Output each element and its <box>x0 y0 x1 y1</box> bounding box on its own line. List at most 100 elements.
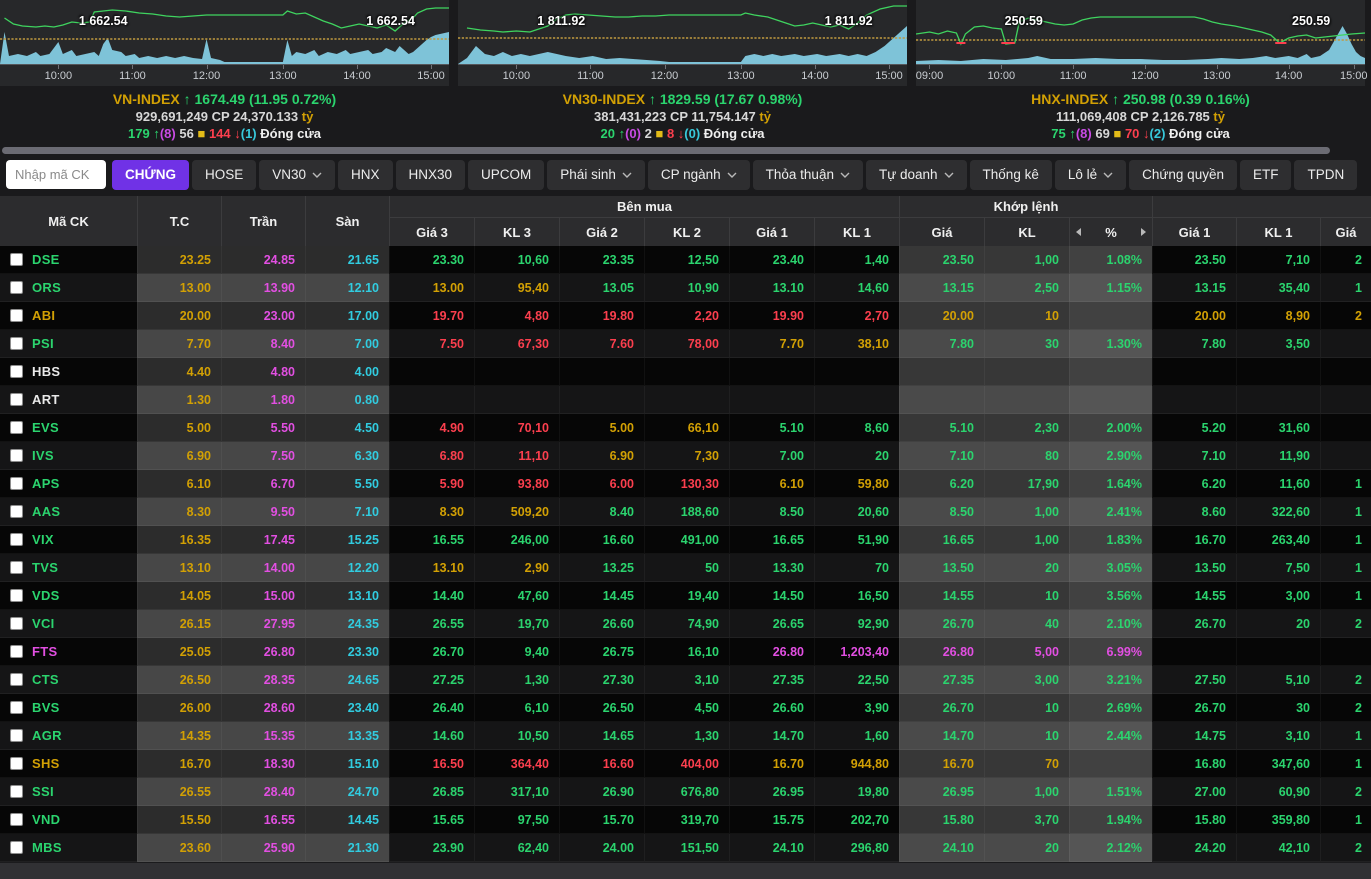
table-row-vix[interactable]: VIX16.3517.4515.2516.55246,0016.60491,00… <box>0 526 1371 554</box>
match-percent: 2.90% <box>1069 442 1152 470</box>
table-row-ivs[interactable]: IVS6.907.506.306.8011,106.907,307.00207.… <box>0 442 1371 470</box>
col-header-floor[interactable]: Sàn <box>305 196 389 246</box>
table-row-tvs[interactable]: TVS13.1014.0012.2013.102,9013.255013.307… <box>0 554 1371 582</box>
table-row-aas[interactable]: AAS8.309.507.108.30509,208.40188,608.502… <box>0 498 1371 526</box>
reference-price: 8.30 <box>137 498 221 526</box>
row-checkbox[interactable] <box>10 365 23 378</box>
col-header-match-price[interactable]: Giá <box>899 218 984 246</box>
tab-hnx30[interactable]: HNX30 <box>396 160 466 190</box>
table-row-ssi[interactable]: SSI26.5528.4024.7026.85317,1026.90676,80… <box>0 778 1371 806</box>
up-arrow-icon: ↑ <box>649 91 656 107</box>
table-row-vnd[interactable]: VND15.5016.5514.4515.6597,5015.70319,701… <box>0 806 1371 834</box>
tab-upcom[interactable]: UPCOM <box>468 160 544 190</box>
row-checkbox[interactable] <box>10 393 23 406</box>
floor-price: 4.00 <box>305 358 389 386</box>
ask-price2: 2 <box>1320 302 1371 330</box>
table-scrollbar-track[interactable] <box>0 862 1371 879</box>
tab-thống-kê[interactable]: Thống kê <box>970 160 1052 190</box>
col-header-reference[interactable]: T.C <box>137 196 221 246</box>
ask-vol1: 347,60 <box>1236 750 1320 778</box>
row-checkbox[interactable] <box>10 281 23 294</box>
tab-lô-lẻ[interactable]: Lô lẻ <box>1055 160 1126 190</box>
col-header-ask-price2[interactable]: Giá <box>1320 218 1371 246</box>
row-checkbox[interactable] <box>10 309 23 322</box>
table-row-ors[interactable]: ORS13.0013.9012.1013.0095,4013.0510,9013… <box>0 274 1371 302</box>
tab-chứng[interactable]: CHỨNG <box>112 160 189 190</box>
tab-cp-ngành[interactable]: CP ngành <box>648 160 750 190</box>
row-checkbox[interactable] <box>10 337 23 350</box>
tab-tự-doanh[interactable]: Tự doanh <box>866 160 967 190</box>
bid-price2: 15.70 <box>559 806 644 834</box>
table-row-aps[interactable]: APS6.106.705.505.9093,806.00130,306.1059… <box>0 470 1371 498</box>
floor-price: 24.65 <box>305 666 389 694</box>
table-row-mbs[interactable]: MBS23.6025.9021.3023.9062,4024.00151,502… <box>0 834 1371 862</box>
axis-tick-label: 13:00 <box>727 70 755 82</box>
row-checkbox[interactable] <box>10 253 23 266</box>
search-input[interactable] <box>6 160 106 189</box>
tab-vn30[interactable]: VN30 <box>259 160 335 190</box>
charts-scrollbar-thumb[interactable] <box>2 147 1330 154</box>
bid-price3: 4.90 <box>389 414 474 442</box>
scroll-right-icon[interactable] <box>1141 228 1146 236</box>
table-row-agr[interactable]: AGR14.3515.3513.3514.6010,5014.651,3014.… <box>0 722 1371 750</box>
table-row-cts[interactable]: CTS26.5028.3524.6527.251,3027.303,1027.3… <box>0 666 1371 694</box>
tab-hnx[interactable]: HNX <box>338 160 393 190</box>
charts-scrollbar-track[interactable] <box>0 144 1371 157</box>
ceiling-count: (8) <box>1076 126 1092 141</box>
col-header-bid-vol1[interactable]: KL 1 <box>814 218 899 246</box>
col-header-ask-price1[interactable]: Giá 1 <box>1152 218 1236 246</box>
table-row-hbs[interactable]: HBS4.404.804.00 <box>0 358 1371 386</box>
row-checkbox[interactable] <box>10 701 23 714</box>
row-checkbox[interactable] <box>10 673 23 686</box>
table-row-vds[interactable]: VDS14.0515.0013.1014.4047,6014.4519,4014… <box>0 582 1371 610</box>
table-row-bvs[interactable]: BVS26.0028.6023.4026.406,1026.504,5026.6… <box>0 694 1371 722</box>
row-checkbox[interactable] <box>10 561 23 574</box>
col-header-bid-vol2[interactable]: KL 2 <box>644 218 729 246</box>
col-header-bid-price2[interactable]: Giá 2 <box>559 218 644 246</box>
reference-price: 15.50 <box>137 806 221 834</box>
tab-hose[interactable]: HOSE <box>192 160 256 190</box>
row-checkbox[interactable] <box>10 421 23 434</box>
table-row-fts[interactable]: FTS25.0526.8023.3026.709,4026.7516,1026.… <box>0 638 1371 666</box>
reference-price: 26.00 <box>137 694 221 722</box>
bid-vol2: 404,00 <box>644 750 729 778</box>
row-checkbox[interactable] <box>10 533 23 546</box>
col-header-ceiling[interactable]: Trần <box>221 196 305 246</box>
row-checkbox[interactable] <box>10 645 23 658</box>
col-header-symbol[interactable]: Mã CK <box>0 196 137 246</box>
row-checkbox[interactable] <box>10 589 23 602</box>
match-percent: 6.99% <box>1069 638 1152 666</box>
col-header-bid-price3[interactable]: Giá 3 <box>389 218 474 246</box>
index-breadth-line: 75 ↑(8) 69 ■ 70 ↓(2) Đóng cửa <box>916 125 1365 142</box>
col-header-bid-price1[interactable]: Giá 1 <box>729 218 814 246</box>
row-checkbox[interactable] <box>10 841 23 854</box>
table-row-psi[interactable]: PSI7.708.407.007.5067,307.6078,007.7038,… <box>0 330 1371 358</box>
table-row-evs[interactable]: EVS5.005.504.504.9070,105.0066,105.108,6… <box>0 414 1371 442</box>
row-checkbox[interactable] <box>10 617 23 630</box>
tab-phái-sinh[interactable]: Phái sinh <box>547 160 645 190</box>
tab-tpdn[interactable]: TPDN <box>1294 160 1357 190</box>
row-checkbox[interactable] <box>10 785 23 798</box>
ceiling-price: 23.00 <box>221 302 305 330</box>
row-checkbox[interactable] <box>10 477 23 490</box>
table-row-abi[interactable]: ABI20.0023.0017.0019.704,8019.802,2019.9… <box>0 302 1371 330</box>
col-header-ask-vol1[interactable]: KL 1 <box>1236 218 1320 246</box>
row-checkbox[interactable] <box>10 505 23 518</box>
table-row-vci[interactable]: VCI26.1527.9524.3526.5519,7026.6074,9026… <box>0 610 1371 638</box>
row-checkbox[interactable] <box>10 729 23 742</box>
tab-thỏa-thuận[interactable]: Thỏa thuận <box>753 160 863 190</box>
table-row-art[interactable]: ART1.301.800.80 <box>0 386 1371 414</box>
table-row-dse[interactable]: DSE23.2524.8521.6523.3010,6023.3512,5023… <box>0 246 1371 274</box>
row-checkbox[interactable] <box>10 449 23 462</box>
table-row-shs[interactable]: SHS16.7018.3015.1016.50364,4016.60404,00… <box>0 750 1371 778</box>
row-checkbox[interactable] <box>10 757 23 770</box>
bid-price3: 23.90 <box>389 834 474 862</box>
col-header-bid-vol3[interactable]: KL 3 <box>474 218 559 246</box>
scroll-left-icon[interactable] <box>1076 228 1081 236</box>
col-header-match-vol[interactable]: KL <box>984 218 1069 246</box>
tab-chứng-quyền[interactable]: Chứng quyền <box>1129 160 1237 190</box>
col-header-percent[interactable]: % <box>1069 218 1152 246</box>
reference-price: 6.90 <box>137 442 221 470</box>
tab-etf[interactable]: ETF <box>1240 160 1292 190</box>
row-checkbox[interactable] <box>10 813 23 826</box>
